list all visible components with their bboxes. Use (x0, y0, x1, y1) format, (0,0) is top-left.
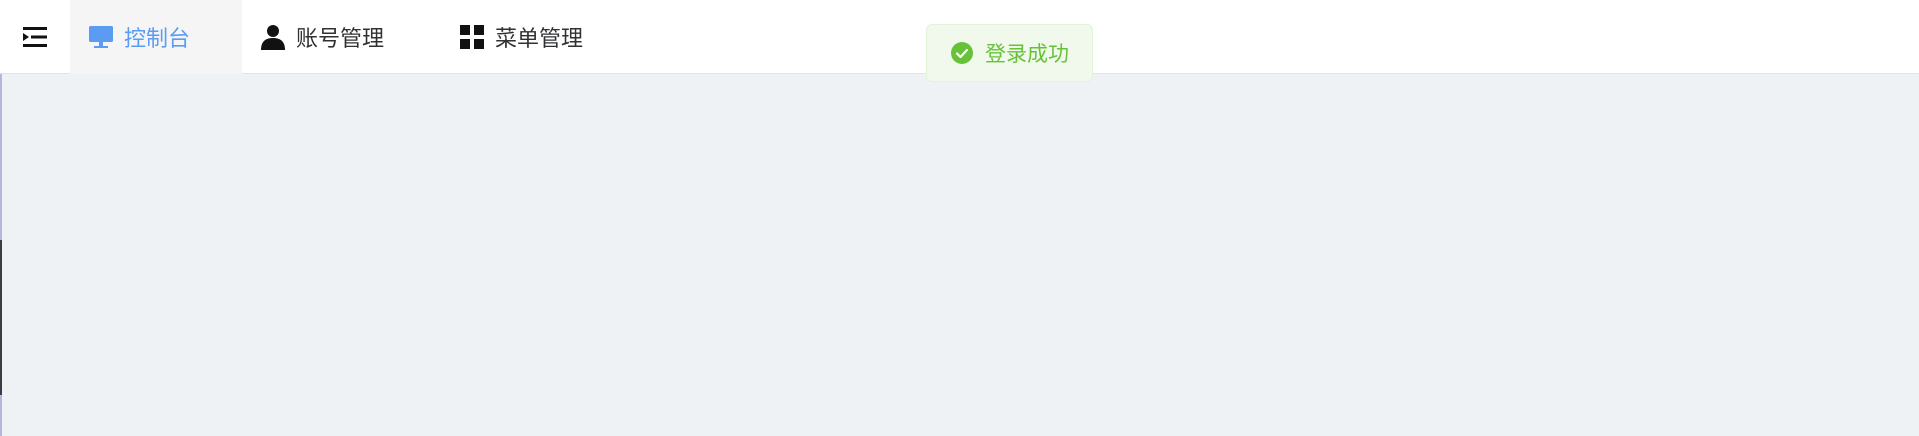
user-icon (260, 24, 286, 50)
menu-item-label: 账号管理 (296, 27, 385, 52)
collapse-sidebar-button[interactable] (19, 24, 53, 50)
window-left-edge-shadow (0, 240, 2, 395)
menu-item-label: 控制台 (124, 27, 191, 52)
toast-message: 登录成功 (985, 42, 1069, 66)
check-circle-icon (951, 42, 973, 64)
menu-item-label: 菜单管理 (495, 27, 584, 52)
menu-item-account-management[interactable]: 账号管理 (242, 0, 437, 74)
menu-item-menu-management[interactable]: 菜单管理 (437, 0, 637, 74)
success-toast: 登录成功 (926, 24, 1093, 82)
menu-item-console[interactable]: 控制台 (70, 0, 242, 74)
top-menu: 控制台 账号管理 菜单管理 (70, 0, 637, 74)
indent-left-icon (23, 27, 47, 47)
grid-icon (459, 24, 485, 50)
monitor-icon (88, 24, 114, 50)
